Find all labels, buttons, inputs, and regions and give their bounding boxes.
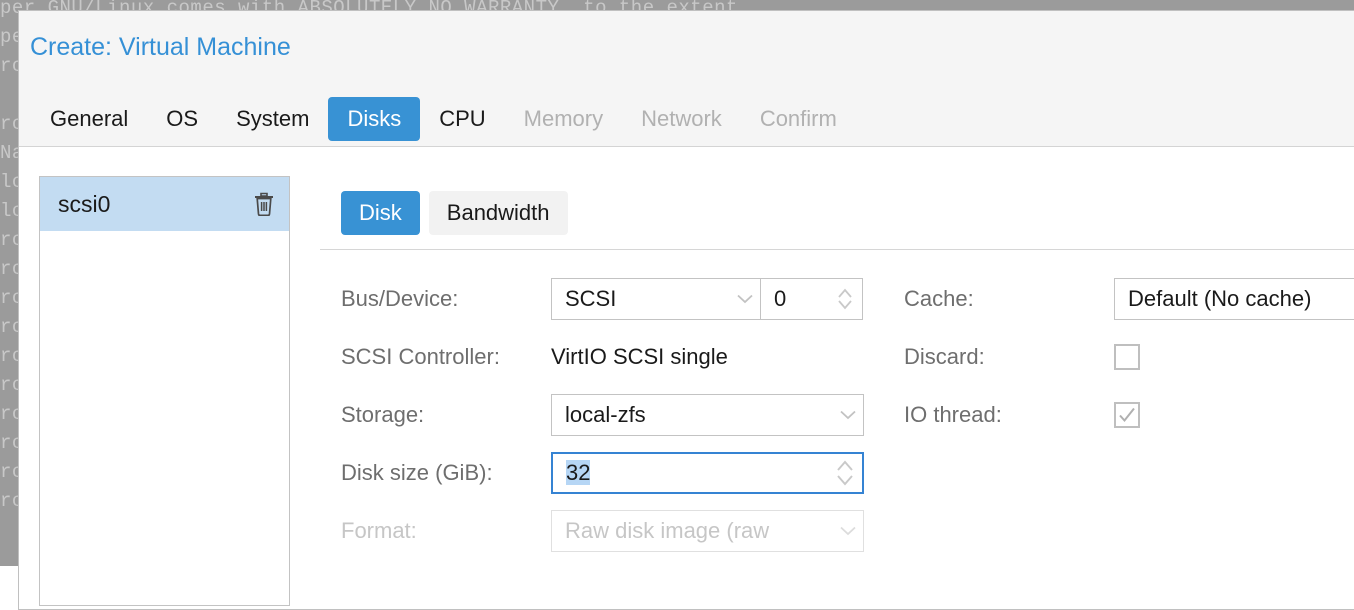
tab-os[interactable]: OS <box>147 97 217 141</box>
discard-label: Discard: <box>904 344 1114 370</box>
chevron-down-icon <box>833 410 863 420</box>
disk-subtab-bar: Disk Bandwidth <box>341 191 568 235</box>
bus-device-label: Bus/Device: <box>341 286 551 312</box>
cache-select[interactable]: Default (No cache) <box>1114 278 1354 320</box>
form-column-right: Cache: Default (No cache) Discard: IO th… <box>904 270 1354 444</box>
wizard-tab-bar: General OS System Disks CPU Memory Netwo… <box>31 97 856 141</box>
io-thread-label: IO thread: <box>904 402 1114 428</box>
disk-settings-pane: Disk Bandwidth Bus/Device: SCSI <box>310 148 1354 609</box>
tab-network: Network <box>622 97 741 141</box>
field-row-discard: Discard: <box>904 328 1354 386</box>
spinner-updown-icon[interactable] <box>828 285 862 313</box>
chevron-down-icon <box>730 294 760 304</box>
format-value: Raw disk image (raw <box>552 518 833 544</box>
tab-cpu[interactable]: CPU <box>420 97 504 141</box>
form-column-left: Bus/Device: SCSI 0 <box>341 270 866 560</box>
storage-label: Storage: <box>341 402 551 428</box>
field-row-disk-size: Disk size (GiB): 32 <box>341 444 866 502</box>
tab-system[interactable]: System <box>217 97 328 141</box>
storage-value: local-zfs <box>552 402 833 428</box>
dialog-header: Create: Virtual Machine General OS Syste… <box>19 11 1354 147</box>
device-number-stepper[interactable]: 0 <box>761 278 863 320</box>
spinner-updown-icon[interactable] <box>828 456 862 490</box>
disk-device-list: scsi0 <box>39 176 290 606</box>
scsi-controller-value: VirtIO SCSI single <box>551 344 728 370</box>
format-select: Raw disk image (raw <box>551 510 864 552</box>
bus-device-control: SCSI 0 <box>551 278 863 320</box>
cache-label: Cache: <box>904 286 1114 312</box>
tab-general[interactable]: General <box>31 97 147 141</box>
device-label: scsi0 <box>58 191 110 218</box>
bus-select[interactable]: SCSI <box>551 278 761 320</box>
device-value: 0 <box>761 286 828 312</box>
disk-size-stepper[interactable]: 32 <box>551 452 864 494</box>
chevron-down-icon <box>833 526 863 536</box>
disk-size-value: 32 <box>566 460 590 485</box>
discard-checkbox[interactable] <box>1114 344 1140 370</box>
check-icon <box>1118 406 1136 424</box>
field-row-storage: Storage: local-zfs <box>341 386 866 444</box>
storage-select[interactable]: local-zfs <box>551 394 864 436</box>
subtab-disk[interactable]: Disk <box>341 191 420 235</box>
trash-icon[interactable] <box>253 192 275 216</box>
field-row-format: Format: Raw disk image (raw <box>341 502 866 560</box>
tab-disks[interactable]: Disks <box>328 97 420 141</box>
scsi-controller-label: SCSI Controller: <box>341 344 551 370</box>
dialog-title: Create: Virtual Machine <box>30 33 291 62</box>
field-row-cache: Cache: Default (No cache) <box>904 270 1354 328</box>
bus-value: SCSI <box>552 286 730 312</box>
dialog-body: scsi0 Disk Bandwidth <box>19 148 1354 609</box>
field-row-scsi-controller: SCSI Controller: VirtIO SCSI single <box>341 328 866 386</box>
subtab-bandwidth[interactable]: Bandwidth <box>429 191 568 235</box>
create-vm-dialog: Create: Virtual Machine General OS Syste… <box>18 10 1354 610</box>
cache-value: Default (No cache) <box>1115 286 1354 312</box>
list-item-scsi0[interactable]: scsi0 <box>40 177 289 231</box>
disk-size-label: Disk size (GiB): <box>341 460 551 486</box>
disk-size-input[interactable]: 32 <box>553 460 828 486</box>
io-thread-checkbox[interactable] <box>1114 402 1140 428</box>
tab-confirm: Confirm <box>741 97 856 141</box>
format-label: Format: <box>341 518 551 544</box>
field-row-bus-device: Bus/Device: SCSI 0 <box>341 270 866 328</box>
subtab-divider <box>320 249 1354 250</box>
tab-memory: Memory <box>505 97 622 141</box>
field-row-io-thread: IO thread: <box>904 386 1354 444</box>
